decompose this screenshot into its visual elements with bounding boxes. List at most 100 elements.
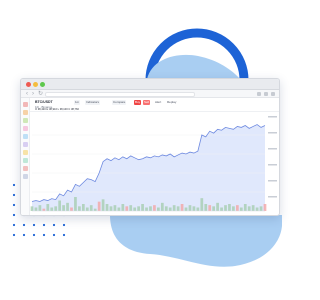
- decoration-dot: [52, 233, 56, 237]
- volume-bar: [81, 204, 85, 211]
- volume-bar: [255, 207, 259, 211]
- volume-bar: [58, 200, 62, 211]
- replay-button[interactable]: Replay: [166, 100, 177, 105]
- lock-tool-icon[interactable]: [23, 174, 28, 179]
- decoration-dot: [12, 223, 16, 227]
- decoration-dot: [32, 233, 36, 237]
- url-input[interactable]: [45, 91, 195, 97]
- decoration-dot: [62, 233, 66, 237]
- price-scale-tick: [268, 164, 277, 166]
- volume-bar: [66, 202, 69, 211]
- measure-tool-icon[interactable]: [23, 150, 28, 155]
- volume-bar: [74, 197, 77, 211]
- volume-bar: [133, 207, 137, 211]
- decoration-dot: [12, 183, 16, 187]
- alert-button[interactable]: Alert: [154, 100, 162, 105]
- forward-arrow-icon[interactable]: ›: [32, 90, 34, 98]
- volume-bar: [160, 202, 164, 211]
- volume-bar: [196, 207, 200, 211]
- volume-bar: [101, 199, 105, 211]
- volume-bar: [125, 206, 129, 211]
- volume-bar: [208, 205, 212, 211]
- decoration-dot: [32, 223, 36, 227]
- volume-bar: [180, 204, 184, 211]
- volume-bar: [263, 204, 267, 211]
- brush-tool-icon[interactable]: [23, 126, 28, 131]
- pattern-tool-icon[interactable]: [23, 142, 28, 147]
- back-arrow-icon[interactable]: ‹: [26, 90, 28, 98]
- decoration-dot: [42, 233, 46, 237]
- ohlc-legend: O 38,420 H 38,910 L 38,100 C 38,760: [35, 108, 79, 111]
- volume-bar: [192, 206, 196, 211]
- volume-bar: [212, 206, 216, 211]
- extension-icon[interactable]: [257, 92, 261, 96]
- price-chart-svg[interactable]: [30, 112, 280, 216]
- volume-bar: [157, 207, 160, 211]
- minimize-window-button[interactable]: [33, 82, 38, 87]
- volume-bar: [50, 207, 54, 211]
- decoration-dot: [62, 223, 66, 227]
- indicators-button[interactable]: Indicators: [85, 100, 101, 105]
- cursor-tool-icon[interactable]: [23, 102, 28, 107]
- sell-button[interactable]: Sell: [143, 100, 151, 105]
- volume-bar: [85, 207, 89, 211]
- volume-bar: [216, 202, 219, 211]
- background-blob-top: [147, 54, 240, 79]
- volume-bar: [117, 207, 121, 211]
- browser-address-bar: ‹ › ↻: [21, 90, 279, 98]
- volume-bar: [204, 204, 208, 211]
- volume-bar: [224, 205, 227, 211]
- volume-bar: [62, 205, 65, 211]
- decoration-dot: [12, 213, 16, 217]
- volume-bar: [220, 207, 223, 211]
- background-blob-bottom: [110, 215, 282, 267]
- profile-icon[interactable]: [264, 92, 268, 96]
- reload-icon[interactable]: ↻: [38, 90, 43, 98]
- decoration-dot: [52, 223, 56, 227]
- buy-button[interactable]: Buy: [134, 100, 142, 105]
- window-titlebar: [21, 79, 279, 90]
- browser-window: ‹ › ↻ BTC/USDT 1D · Binance 1m Indicator…: [20, 78, 280, 216]
- menu-icon[interactable]: [271, 92, 275, 96]
- compare-button[interactable]: Compare: [112, 100, 127, 105]
- volume-bar: [109, 206, 113, 211]
- maximize-window-button[interactable]: [40, 82, 45, 87]
- decoration-dot: [12, 193, 16, 197]
- volume-bar: [168, 207, 172, 211]
- price-scale-tick: [268, 180, 277, 182]
- magnet-tool-icon[interactable]: [23, 166, 28, 171]
- fib-tool-icon[interactable]: [23, 118, 28, 123]
- price-chart[interactable]: [30, 112, 280, 216]
- text-tool-icon[interactable]: [23, 134, 28, 139]
- volume-bar: [30, 206, 34, 211]
- decoration-dot: [12, 203, 16, 207]
- volume-bar: [46, 204, 50, 211]
- volume-bar: [172, 205, 176, 211]
- decoration-dot: [12, 233, 16, 237]
- volume-bar: [70, 207, 73, 211]
- volume-bar: [188, 205, 192, 211]
- volume-bar: [93, 208, 97, 211]
- volume-bar: [42, 208, 46, 211]
- volume-bar: [89, 205, 93, 211]
- price-scale-tick: [268, 148, 277, 150]
- symbol-label[interactable]: BTC/USDT: [35, 100, 53, 104]
- volume-bar: [239, 207, 243, 211]
- interval-button[interactable]: 1m: [74, 100, 81, 105]
- volume-bar: [78, 206, 81, 211]
- volume-bar: [235, 205, 239, 211]
- zoom-tool-icon[interactable]: [23, 158, 28, 163]
- volume-bar: [232, 206, 235, 211]
- price-scale-tick: [268, 116, 277, 118]
- volume-bar: [97, 201, 101, 211]
- volume-bar: [105, 204, 109, 211]
- volume-bar: [145, 207, 148, 211]
- volume-bar: [164, 206, 168, 211]
- volume-bar: [228, 204, 231, 211]
- volume-bar: [149, 206, 152, 211]
- close-window-button[interactable]: [26, 82, 31, 87]
- volume-bar: [113, 205, 117, 211]
- volume-bar: [129, 205, 133, 211]
- volume-bar: [247, 206, 251, 211]
- trend-line-tool-icon[interactable]: [23, 110, 28, 115]
